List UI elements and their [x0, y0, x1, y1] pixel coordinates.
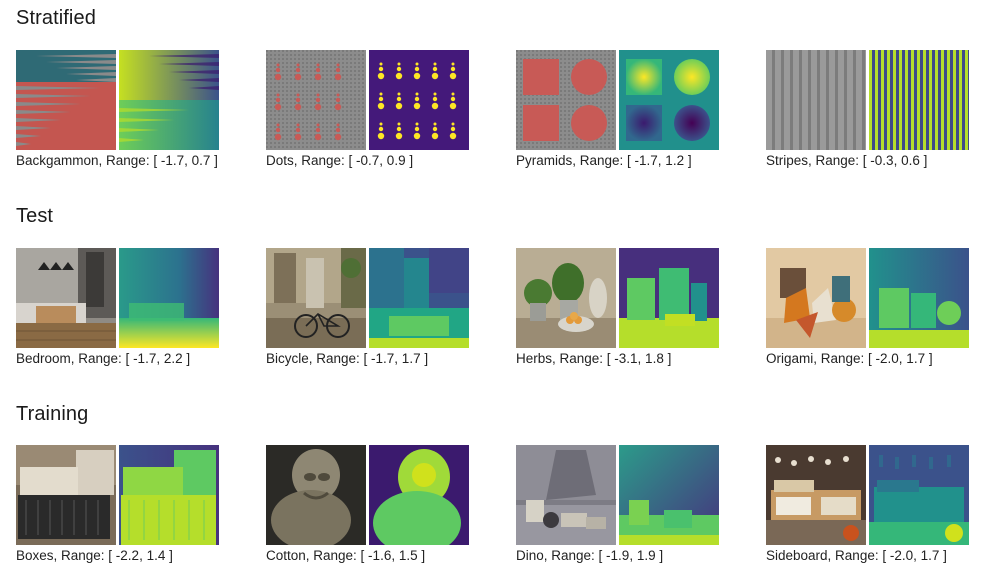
figure-backgammon: Backgammon, Range: [ -1.7, 0.7 ] [16, 50, 226, 168]
bicycle-depth-map [369, 248, 469, 348]
stripes-image [766, 50, 866, 150]
caption-bicycle: Bicycle, Range: [ -1.7, 1.7 ] [266, 351, 429, 366]
figure-herbs: Herbs, Range: [ -3.1, 1.8 ] [516, 248, 726, 366]
stripes-depth-map [869, 50, 969, 150]
bicycle-image [266, 248, 366, 348]
caption-boxes: Boxes, Range: [ -2.2, 1.4 ] [16, 548, 173, 563]
figure-boxes: Boxes, Range: [ -2.2, 1.4 ] [16, 445, 226, 563]
caption-origami: Origami, Range: [ -2.0, 1.7 ] [766, 351, 933, 366]
caption-cotton: Cotton, Range: [ -1.6, 1.5 ] [266, 548, 426, 563]
caption-backgammon: Backgammon, Range: [ -1.7, 0.7 ] [16, 153, 218, 168]
cotton-depth-map [369, 445, 469, 545]
sideboard-depth-map [869, 445, 969, 545]
figure-dino: Dino, Range: [ -1.9, 1.9 ] [516, 445, 726, 563]
boxes-image [16, 445, 116, 545]
caption-sideboard: Sideboard, Range: [ -2.0, 1.7 ] [766, 548, 947, 563]
sideboard-image [766, 445, 866, 545]
bedroom-image [16, 248, 116, 348]
herbs-depth-map [619, 248, 719, 348]
section-title-stratified: Stratified [16, 7, 96, 29]
dino-image [516, 445, 616, 545]
pyramids-depth-map [619, 50, 719, 150]
bedroom-depth-map [119, 248, 219, 348]
figure-sideboard: Sideboard, Range: [ -2.0, 1.7 ] [766, 445, 976, 563]
dots-depth-map [369, 50, 469, 150]
cotton-image [266, 445, 366, 545]
figure-origami: Origami, Range: [ -2.0, 1.7 ] [766, 248, 976, 366]
section-title-test: Test [16, 205, 54, 227]
caption-bedroom: Bedroom, Range: [ -1.7, 2.2 ] [16, 351, 191, 366]
figure-stripes: Stripes, Range: [ -0.3, 0.6 ] [766, 50, 976, 168]
section-title-training: Training [16, 403, 89, 425]
figure-cotton: Cotton, Range: [ -1.6, 1.5 ] [266, 445, 476, 563]
dots-image [266, 50, 366, 150]
caption-pyramids: Pyramids, Range: [ -1.7, 1.2 ] [516, 153, 692, 168]
origami-depth-map [869, 248, 969, 348]
caption-dino: Dino, Range: [ -1.9, 1.9 ] [516, 548, 664, 563]
caption-herbs: Herbs, Range: [ -3.1, 1.8 ] [516, 351, 672, 366]
caption-dots: Dots, Range: [ -0.7, 0.9 ] [266, 153, 414, 168]
pyramids-image [516, 50, 616, 150]
figure-dots: Dots, Range: [ -0.7, 0.9 ] [266, 50, 476, 168]
boxes-depth-map [119, 445, 219, 545]
backgammon-depth-map [119, 50, 219, 150]
origami-image [766, 248, 866, 348]
dino-depth-map [619, 445, 719, 545]
figure-bedroom: Bedroom, Range: [ -1.7, 2.2 ] [16, 248, 226, 366]
herbs-image [516, 248, 616, 348]
figure-bicycle: Bicycle, Range: [ -1.7, 1.7 ] [266, 248, 476, 366]
caption-stripes: Stripes, Range: [ -0.3, 0.6 ] [766, 153, 928, 168]
backgammon-image [16, 50, 116, 150]
figure-pyramids: Pyramids, Range: [ -1.7, 1.2 ] [516, 50, 726, 168]
